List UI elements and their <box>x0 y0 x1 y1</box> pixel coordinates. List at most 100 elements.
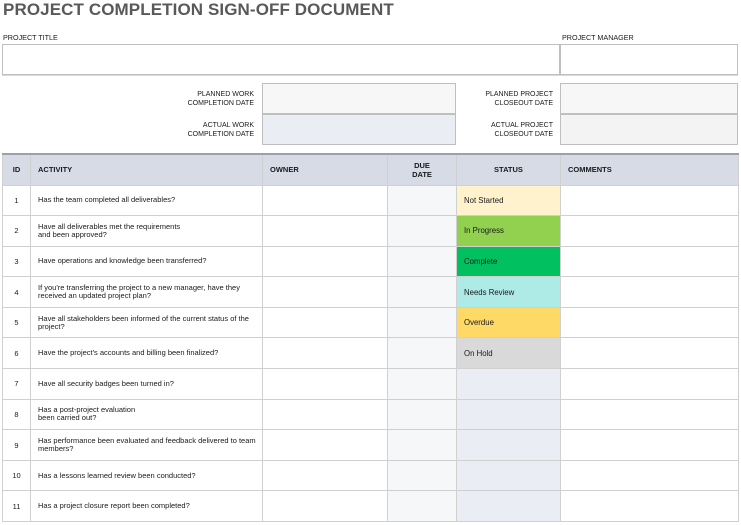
planned-work-completion-label-line1: PLANNED WORK <box>197 91 254 98</box>
activity-line1: Has a lessons learned review been conduc… <box>38 470 196 480</box>
row-status-cell[interactable] <box>456 398 561 431</box>
row-comments-cell[interactable] <box>560 276 739 308</box>
row-owner-cell[interactable] <box>262 215 388 247</box>
row-status-cell[interactable]: Needs Review <box>456 276 561 308</box>
row-owner-cell[interactable] <box>262 184 388 217</box>
row-comments-cell[interactable] <box>560 368 739 400</box>
row-comments-cell[interactable] <box>560 306 739 339</box>
row-comments-cell[interactable] <box>560 490 739 523</box>
row-due-date-cell[interactable] <box>387 276 457 308</box>
row-status-cell[interactable] <box>456 459 561 492</box>
row-activity: Have all security badges been turned in? <box>30 368 263 400</box>
row-comments-cell[interactable] <box>560 459 739 492</box>
row-id: 6 <box>2 337 31 370</box>
row-id: 1 <box>2 184 31 217</box>
activity-line2: members? <box>38 444 74 454</box>
header-due-line1: DUE <box>414 160 430 170</box>
row-due-date-cell[interactable] <box>387 490 457 523</box>
planned-closeout-label-line2: CLOSEOUT DATE <box>494 99 553 107</box>
actual-work-completion-label-line2: COMPLETION DATE <box>187 130 254 138</box>
row-owner-cell[interactable] <box>262 306 388 339</box>
table-row: 4 If you're transferring the project to a… <box>2 276 739 308</box>
row-owner-cell[interactable] <box>262 398 388 431</box>
row-due-date-cell[interactable] <box>387 368 457 400</box>
project-title-label: PROJECT TITLE <box>3 33 58 42</box>
row-activity: Have operations and knowledge been trans… <box>30 245 263 278</box>
table-row: 3 Have operations and knowledge been tran… <box>2 245 739 278</box>
row-due-date-cell[interactable] <box>387 337 457 370</box>
activity-line2: project? <box>38 321 65 331</box>
row-due-date-cell[interactable] <box>387 306 457 339</box>
planned-closeout-label: PLANNED PROJECT CLOSEOUT DATE <box>460 91 553 108</box>
activity-line1: Has a project closure report been comple… <box>38 501 190 511</box>
table-row: 6 Have the project's accounts and billing… <box>2 337 739 370</box>
header-activity: ACTIVITY <box>30 153 263 186</box>
header-due-date: DUE DATE <box>387 153 457 186</box>
row-id: 2 <box>2 215 31 247</box>
row-comments-cell[interactable] <box>560 429 739 461</box>
row-activity: Has a post-project evaluation been carrie… <box>30 398 263 431</box>
signoff-table: ID ACTIVITY OWNER DUE DATE STATUS COMMEN… <box>2 153 739 523</box>
row-due-date-cell[interactable] <box>387 429 457 461</box>
row-owner-cell[interactable] <box>262 368 388 400</box>
row-activity: Has performance been evaluated and feedb… <box>30 429 263 461</box>
row-activity: Has a lessons learned review been conduc… <box>30 459 263 492</box>
row-status-cell[interactable]: Not Started <box>456 184 561 217</box>
row-status-cell[interactable] <box>456 429 561 461</box>
table-row: 11 Has a project closure report been comp… <box>2 490 739 523</box>
row-status-cell[interactable]: Overdue <box>456 306 561 339</box>
row-status-cell[interactable]: Complete <box>456 245 561 278</box>
row-due-date-cell[interactable] <box>387 459 457 492</box>
row-activity: Has the team completed all deliverables? <box>30 184 263 217</box>
row-owner-cell[interactable] <box>262 459 388 492</box>
actual-closeout-date-field[interactable] <box>560 114 738 145</box>
row-status-cell[interactable]: In Progress <box>456 215 561 247</box>
row-activity: If you're transferring the project to a … <box>30 276 263 308</box>
row-status-cell[interactable] <box>456 490 561 523</box>
row-activity: Has a project closure report been comple… <box>30 490 263 523</box>
table-row: 10 Has a lessons learned review been cond… <box>2 459 739 492</box>
row-id: 4 <box>2 276 31 308</box>
row-due-date-cell[interactable] <box>387 398 457 431</box>
row-id: 11 <box>2 490 31 523</box>
header-owner: OWNER <box>262 153 388 186</box>
row-owner-cell[interactable] <box>262 490 388 523</box>
activity-line2: received an updated project plan? <box>38 291 151 301</box>
row-id: 9 <box>2 429 31 461</box>
row-id: 7 <box>2 368 31 400</box>
table-row: 7 Have all security badges been turned in… <box>2 368 739 400</box>
row-comments-cell[interactable] <box>560 337 739 370</box>
actual-work-completion-date-field[interactable] <box>262 114 456 145</box>
table-row: 8 Has a post-project evaluation been carri… <box>2 398 739 431</box>
row-status-cell[interactable] <box>456 368 561 400</box>
header-id: ID <box>2 153 31 186</box>
row-comments-cell[interactable] <box>560 398 739 431</box>
project-manager-field[interactable] <box>560 44 738 75</box>
activity-line2: been carried out? <box>38 413 97 423</box>
row-owner-cell[interactable] <box>262 337 388 370</box>
activity-line1: Have operations and knowledge been trans… <box>38 256 207 266</box>
activity-line1: Have all security badges been turned in? <box>38 378 174 388</box>
project-title-field[interactable] <box>2 44 560 75</box>
actual-work-completion-label-line1: ACTUAL WORK <box>202 122 254 129</box>
row-activity: Have all stakeholders been informed of t… <box>30 306 263 339</box>
row-due-date-cell[interactable] <box>387 184 457 217</box>
row-comments-cell[interactable] <box>560 184 739 217</box>
row-comments-cell[interactable] <box>560 245 739 278</box>
planned-closeout-date-field[interactable] <box>560 83 738 114</box>
row-comments-cell[interactable] <box>560 215 739 247</box>
planned-work-completion-date-field[interactable] <box>262 83 456 114</box>
table-row: 9 Has performance been evaluated and feed… <box>2 429 739 461</box>
actual-work-completion-label: ACTUAL WORK COMPLETION DATE <box>160 122 254 139</box>
row-id: 5 <box>2 306 31 339</box>
page-title: PROJECT COMPLETION SIGN-OFF DOCUMENT <box>3 0 394 19</box>
row-due-date-cell[interactable] <box>387 245 457 278</box>
activity-line2: and been approved? <box>38 229 107 239</box>
row-status-cell[interactable]: On Hold <box>456 337 561 370</box>
row-owner-cell[interactable] <box>262 429 388 461</box>
planned-closeout-label-line1: PLANNED PROJECT <box>485 91 553 98</box>
table-row: 5 Have all stakeholders been informed of … <box>2 306 739 339</box>
row-due-date-cell[interactable] <box>387 215 457 247</box>
row-owner-cell[interactable] <box>262 276 388 308</box>
row-owner-cell[interactable] <box>262 245 388 278</box>
